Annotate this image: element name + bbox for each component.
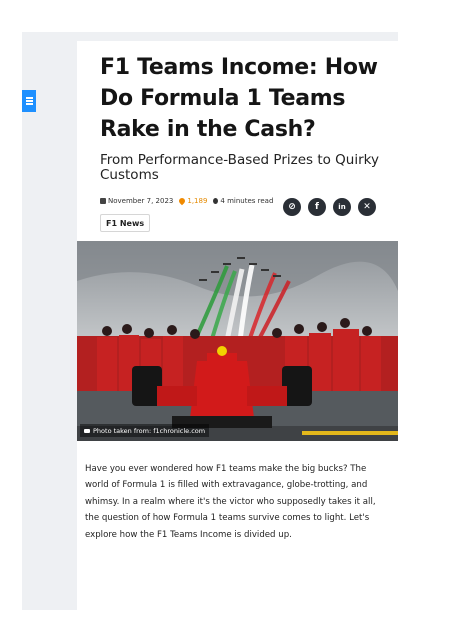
article-intro: Have you ever wondered how F1 teams make… xyxy=(85,464,376,540)
image-caption: Photo taken from: f1chronicle.com xyxy=(80,424,210,437)
article-subtitle: From Performance-Based Prizes to Quirky … xyxy=(100,152,379,183)
article-meta: November 7, 2023 1,189 4 minutes read xyxy=(100,196,279,206)
x-icon: ✕ xyxy=(363,202,371,212)
calendar-icon xyxy=(100,198,106,204)
share-buttons: ⊘ f in ✕ xyxy=(283,198,376,216)
category-tag[interactable]: F1 News xyxy=(100,214,151,232)
meta-date: November 7, 2023 xyxy=(100,197,173,205)
meta-read-time: 4 minutes read xyxy=(213,197,273,205)
caption-text: Photo taken from: f1chronicle.com xyxy=(93,426,206,435)
article-title: F1 Teams Income: How Do Formula 1 Teams … xyxy=(100,55,378,142)
linkedin-share-button[interactable]: in xyxy=(333,198,351,216)
hero-image xyxy=(77,241,398,441)
ferrari-team-photo xyxy=(77,241,398,441)
link-icon: ⊘ xyxy=(288,202,296,212)
fire-icon xyxy=(178,196,187,206)
date-text: November 7, 2023 xyxy=(108,197,174,205)
x-share-button[interactable]: ✕ xyxy=(358,198,376,216)
views-count: 1,189 xyxy=(187,197,208,205)
read-time-text: 4 minutes read xyxy=(220,197,274,205)
menu-icon xyxy=(25,97,33,105)
linkedin-icon: in xyxy=(338,203,346,211)
sidebar-toggle-button[interactable] xyxy=(22,90,36,112)
stopwatch-icon xyxy=(213,198,219,204)
facebook-share-button[interactable]: f xyxy=(308,198,326,216)
copy-link-button[interactable]: ⊘ xyxy=(283,198,301,216)
meta-views: 1,189 xyxy=(178,196,208,206)
camera-icon xyxy=(84,428,90,433)
facebook-icon: f xyxy=(315,202,319,212)
